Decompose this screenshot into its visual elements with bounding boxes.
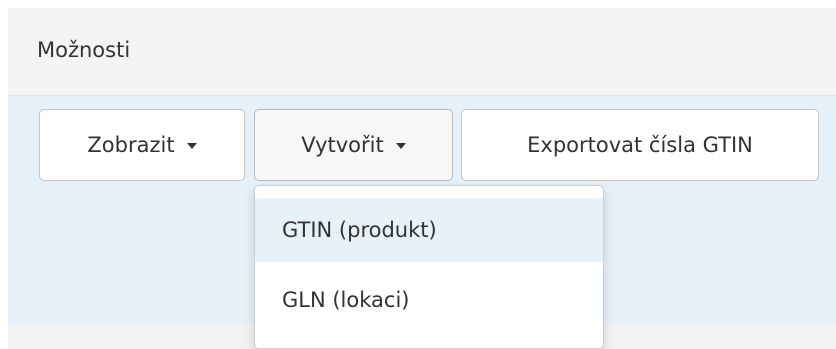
caret-down-icon	[395, 143, 406, 149]
create-dropdown-button[interactable]: Vytvořit	[254, 109, 453, 181]
panel-header: Možnosti	[8, 8, 836, 96]
show-button-label: Zobrazit	[87, 133, 175, 157]
panel-title: Možnosti	[37, 38, 131, 62]
create-dropdown-menu: GTIN (produkt) GLN (lokaci)	[254, 185, 604, 349]
show-dropdown-button[interactable]: Zobrazit	[39, 109, 245, 181]
menu-item-gln-location[interactable]: GLN (lokaci)	[255, 268, 603, 332]
menu-item-label: GLN (lokaci)	[282, 288, 410, 312]
caret-down-icon	[186, 143, 197, 149]
export-gtin-button[interactable]: Exportovat čísla GTIN	[461, 109, 819, 181]
menu-item-gtin-product[interactable]: GTIN (produkt)	[255, 198, 603, 262]
menu-item-label: GTIN (produkt)	[282, 218, 437, 242]
options-panel: Možnosti Zobrazit Vytvořit Exportovat čí…	[8, 8, 836, 349]
create-button-label: Vytvořit	[301, 133, 384, 157]
export-button-label: Exportovat čísla GTIN	[527, 133, 753, 157]
